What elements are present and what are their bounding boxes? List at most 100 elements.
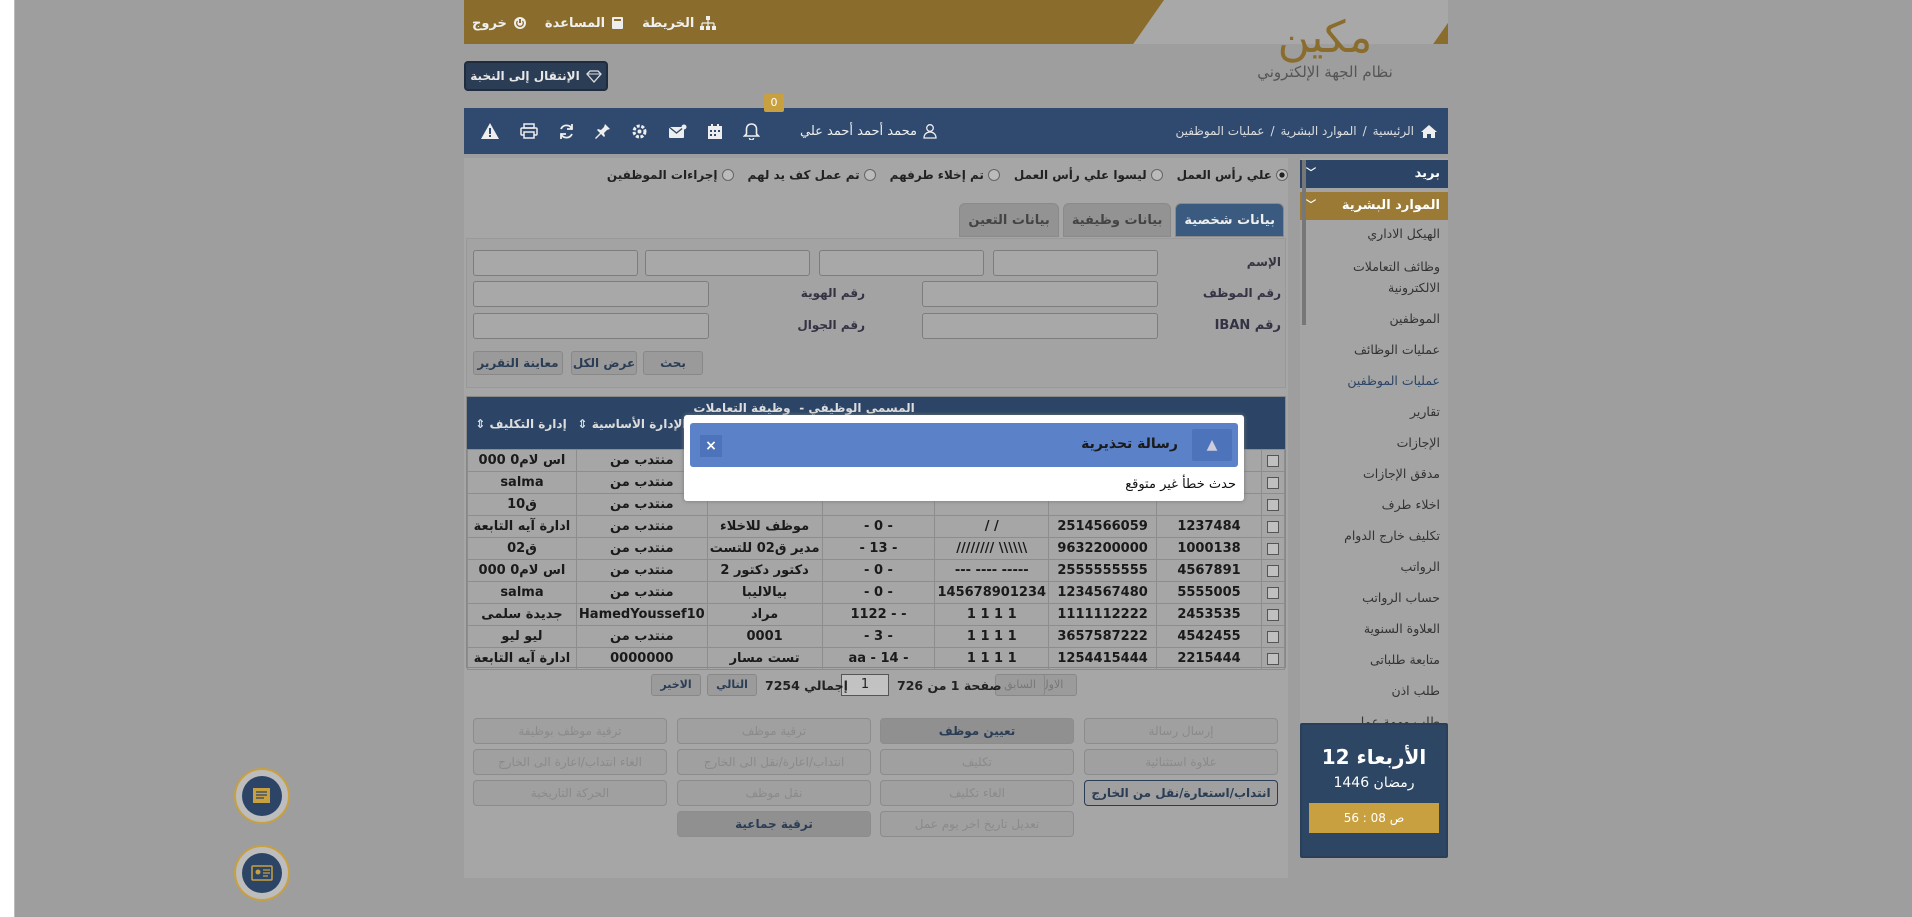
go-to-elite-button[interactable]: الإنتقال إلى النخبة: [464, 61, 608, 91]
sidebar-item-employees[interactable]: الموظفين: [1310, 311, 1440, 326]
menu-sitemap[interactable]: الخريطة: [642, 16, 717, 31]
send-message-button[interactable]: إرسال رسالة: [1084, 718, 1278, 744]
row-checkbox[interactable]: [1266, 652, 1279, 665]
mail-icon[interactable]: [668, 124, 687, 139]
row-checkbox[interactable]: [1266, 630, 1279, 643]
row-checkbox[interactable]: [1266, 498, 1279, 511]
exceptional-raise-button[interactable]: علاوة استثنائية: [1084, 749, 1278, 775]
col-header-assign-dept[interactable]: إدارة التكليف ⇕: [471, 417, 571, 431]
employee-no-field[interactable]: [922, 281, 1158, 307]
breadcrumb-home[interactable]: الرئيسية: [1373, 124, 1414, 138]
mobile-field[interactable]: [473, 313, 709, 339]
col-header-base-dept[interactable]: الإدارة الأساسية ⇕: [577, 417, 687, 431]
sidebar-section-hr[interactable]: ﹀ الموارد البشرية: [1300, 192, 1448, 220]
prev-page-button[interactable]: السابق: [995, 674, 1045, 696]
row-checkbox[interactable]: [1266, 454, 1279, 467]
search-button[interactable]: بحث: [643, 351, 703, 375]
calendar-month: رمضان 1446: [1333, 775, 1415, 791]
table-row[interactable]: ق02 منتدب من مدير ق02 للتست - 13 -//////// …: [467, 537, 1286, 560]
sidebar-item-employee-operations[interactable]: عمليات الموظفين: [1310, 373, 1440, 388]
last-page-button[interactable]: الاخير: [651, 674, 701, 696]
sidebar-item-salaries[interactable]: الرواتب: [1310, 559, 1440, 574]
user-info[interactable]: محمد أحمد أحمد علي: [800, 108, 937, 154]
notes-float-button[interactable]: [234, 768, 290, 824]
sidebar-item-leave-auditor[interactable]: مدقق الإجازات: [1310, 466, 1440, 481]
table-row[interactable]: 000 اس لام0 منتدب من دكتور دكتور 2- 0 - ---…: [467, 559, 1286, 582]
radio-employee-procedures[interactable]: إجراءات الموظفين: [607, 168, 734, 182]
secondment-out-button[interactable]: انتداب/اعارة/نقل الى الخارج: [677, 749, 871, 775]
row-checkbox[interactable]: [1266, 520, 1279, 533]
sidebar-scrollbar[interactable]: [1302, 160, 1306, 325]
sidebar-item-permission-request[interactable]: طلب اذن: [1310, 683, 1440, 698]
col-header-e-job[interactable]: وظيفة التعاملات: [687, 401, 797, 415]
tab-job-data[interactable]: بيانات وظيفية: [1062, 203, 1172, 237]
row-checkbox-cell: [1260, 449, 1286, 472]
row-checkbox[interactable]: [1266, 586, 1279, 599]
cancel-secondment-out-button[interactable]: الغاء انتداب/اعارة الى الخارج: [473, 749, 667, 775]
iban-field[interactable]: [922, 313, 1158, 339]
browser-scrollbar[interactable]: [0, 0, 15, 917]
warning-icon[interactable]: [480, 122, 500, 140]
radio-suspended[interactable]: تم عمل كف يد لهم: [748, 168, 876, 182]
show-all-button[interactable]: عرض الكل: [571, 351, 637, 375]
secondment-in-button[interactable]: انتداب/استعارة/نقل من الخارج: [1084, 780, 1278, 806]
radio-off-duty[interactable]: ليسوا علي رأس العمل: [1014, 168, 1163, 182]
bell-icon[interactable]: [743, 122, 760, 140]
name-field-1[interactable]: [993, 250, 1158, 276]
page-number-input[interactable]: 1: [841, 674, 889, 696]
next-page-button[interactable]: التالي: [707, 674, 757, 696]
row-checkbox[interactable]: [1266, 476, 1279, 489]
menu-logout[interactable]: خروج: [472, 16, 527, 31]
transfer-employee-button[interactable]: نقل موظف: [677, 780, 871, 806]
appoint-employee-button[interactable]: تعيين موظف: [880, 718, 1074, 744]
home-icon[interactable]: [1420, 124, 1438, 139]
table-row[interactable]: ادارة آيه التابعة 0000000 تست مسار aa - 14 …: [467, 647, 1286, 670]
table-row[interactable]: ليو ليو منتدب من 0001- 3 -1 1 1 1 365758722…: [467, 625, 1286, 648]
gear-icon[interactable]: [631, 123, 648, 140]
close-icon[interactable]: ×: [700, 435, 722, 457]
id-card-float-button[interactable]: [234, 845, 290, 901]
name-field-2[interactable]: [819, 250, 984, 276]
cancel-assignment-button[interactable]: الغاء تكليف: [880, 780, 1074, 806]
refresh-icon[interactable]: [558, 123, 575, 140]
col-header-job-title[interactable]: المسمى الوظيفي -: [797, 401, 917, 415]
edit-last-workday-button[interactable]: تعديل تاريخ اخر يوم عمل: [880, 811, 1074, 837]
history-button[interactable]: الحركة التاريخية: [473, 780, 667, 806]
name-field-3[interactable]: [645, 250, 810, 276]
row-checkbox-cell: [1260, 603, 1286, 626]
name-field-4[interactable]: [473, 250, 638, 276]
sidebar-item-overtime[interactable]: تكليف خارج الدوام: [1310, 528, 1440, 543]
sidebar-item-annual-raise[interactable]: العلاوة السنوية: [1310, 621, 1440, 636]
calendar-icon[interactable]: [707, 123, 723, 140]
radio-cleared[interactable]: تم إخلاء طرفهم: [890, 168, 1000, 182]
table-row[interactable]: جديدة سلمى HamedYoussef10 مراد 1122 - -1 1 …: [467, 603, 1286, 626]
sidebar-item-my-requests[interactable]: متابعة طلباتى: [1310, 652, 1440, 667]
sidebar-item-org-structure[interactable]: الهيكل الاداري: [1310, 226, 1440, 241]
radio-on-duty[interactable]: علي رأس العمل: [1177, 168, 1288, 182]
tab-personal-data[interactable]: بيانات شخصية: [1175, 203, 1284, 237]
menu-help[interactable]: المساعدة: [545, 16, 624, 31]
print-icon[interactable]: [520, 123, 538, 139]
row-checkbox[interactable]: [1266, 608, 1279, 621]
promote-employee-button[interactable]: ترقية موظف: [677, 718, 871, 744]
table-cell: 0001: [706, 625, 823, 648]
row-checkbox[interactable]: [1266, 564, 1279, 577]
table-row[interactable]: salma منتدب من بيالاليبا - 0 -145678901234 1…: [467, 581, 1286, 604]
assignment-button[interactable]: تكليف: [880, 749, 1074, 775]
promote-with-job-button[interactable]: ترقية موظف بوظيفة: [473, 718, 667, 744]
sidebar-section-mail[interactable]: ﹀ بريد: [1300, 160, 1448, 188]
tab-appointment-data[interactable]: بيانات التعين: [959, 203, 1059, 237]
preview-report-button[interactable]: معاينة التقرير: [473, 351, 563, 375]
row-checkbox[interactable]: [1266, 542, 1279, 555]
table-row[interactable]: ادارة آيه التابعة منتدب من موظف للاخلاء - 0…: [467, 515, 1286, 538]
sidebar-item-clearance[interactable]: اخلاء طرف: [1310, 497, 1440, 512]
sidebar-item-e-jobs[interactable]: وظائف التعاملات الالكترونية: [1310, 256, 1440, 298]
bulk-promotion-button[interactable]: ترقية جماعية: [677, 811, 871, 837]
id-no-field[interactable]: [473, 281, 709, 307]
breadcrumb-hr[interactable]: الموارد البشرية: [1280, 124, 1356, 138]
sidebar-item-salary-calc[interactable]: حساب الرواتب: [1310, 590, 1440, 605]
pin-icon[interactable]: [595, 123, 611, 140]
sidebar-item-reports[interactable]: تقارير: [1310, 404, 1440, 419]
sidebar-item-job-operations[interactable]: عمليات الوظائف: [1310, 342, 1440, 357]
sidebar-item-leaves[interactable]: الإجازات: [1310, 435, 1440, 450]
